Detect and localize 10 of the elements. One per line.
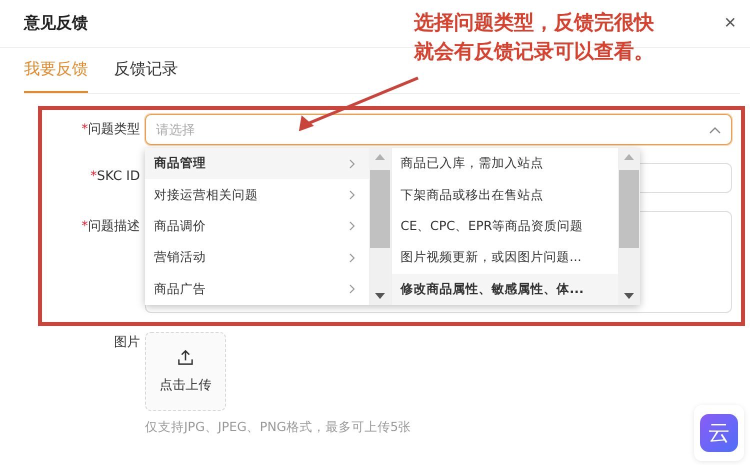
dialog-title: 意见反馈 — [24, 13, 88, 34]
upload-hint: 仅支持JPG、JPEG、PNG格式，最多可上传5张 — [145, 419, 412, 436]
required-mark: * — [90, 169, 97, 184]
annotation-text: 选择问题类型，反馈完很快 就会有反馈记录可以查看。 — [414, 9, 654, 65]
field-label: 问题类型 — [88, 122, 140, 137]
field-label: SKC ID — [96, 169, 140, 184]
required-mark: * — [82, 122, 88, 137]
required-mark: * — [82, 219, 88, 234]
field-label: 图片 — [113, 334, 140, 352]
field-label: 问题描述 — [88, 219, 140, 234]
